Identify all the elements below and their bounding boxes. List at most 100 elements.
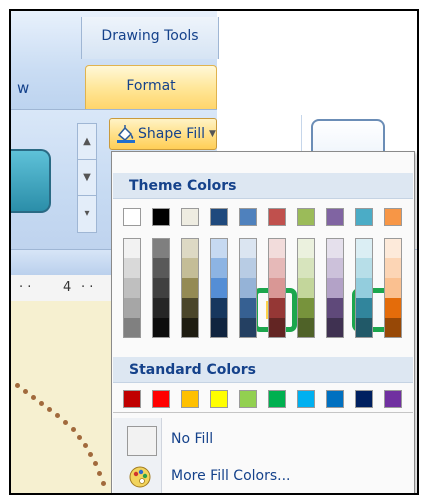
theme-shade-swatch[interactable] bbox=[297, 298, 315, 318]
theme-shade-swatch[interactable] bbox=[239, 278, 257, 298]
theme-shade-swatch[interactable] bbox=[239, 238, 257, 258]
theme-shade-swatch[interactable] bbox=[239, 298, 257, 318]
shape-fill-button[interactable]: Shape Fill ▼ bbox=[109, 118, 217, 150]
theme-shade-swatch[interactable] bbox=[123, 278, 141, 298]
theme-shade-swatch[interactable] bbox=[297, 318, 315, 338]
theme-shade-swatch[interactable] bbox=[297, 238, 315, 258]
standard-color-swatch[interactable] bbox=[384, 390, 402, 408]
theme-shade-swatch[interactable] bbox=[239, 318, 257, 338]
theme-shade-swatch[interactable] bbox=[297, 278, 315, 298]
theme-shade-swatch[interactable] bbox=[152, 278, 170, 298]
ruler-number: 4 bbox=[63, 280, 72, 295]
dotted-line-dot bbox=[101, 481, 106, 486]
standard-color-swatch[interactable] bbox=[152, 390, 170, 408]
theme-shade-swatch[interactable] bbox=[239, 258, 257, 278]
theme-color-swatch[interactable] bbox=[210, 208, 228, 226]
theme-shade-swatch[interactable] bbox=[152, 238, 170, 258]
dotted-line-dot bbox=[83, 443, 88, 448]
screenshot-frame: Drawing Tools w Format ▲ ▼ ▾ · · 4 · · S… bbox=[9, 9, 419, 495]
theme-shade-swatch[interactable] bbox=[355, 318, 373, 338]
theme-shade-swatch[interactable] bbox=[210, 298, 228, 318]
theme-color-swatch[interactable] bbox=[239, 208, 257, 226]
ribbon-group-label-strip bbox=[11, 249, 111, 276]
theme-shade-swatch[interactable] bbox=[210, 278, 228, 298]
theme-shade-swatch[interactable] bbox=[152, 318, 170, 338]
theme-color-swatch[interactable] bbox=[326, 208, 344, 226]
theme-color-swatch[interactable] bbox=[297, 208, 315, 226]
theme-color-swatch[interactable] bbox=[181, 208, 199, 226]
theme-shade-swatch[interactable] bbox=[181, 258, 199, 278]
standard-color-swatch[interactable] bbox=[355, 390, 373, 408]
dotted-line-dot bbox=[77, 435, 82, 440]
theme-shade-swatch[interactable] bbox=[355, 258, 373, 278]
standard-color-swatch[interactable] bbox=[239, 390, 257, 408]
theme-shade-swatch[interactable] bbox=[123, 238, 141, 258]
gallery-more-button[interactable]: ▾ bbox=[78, 196, 96, 231]
more-fill-colors-item[interactable]: More Fill Colors... bbox=[113, 460, 413, 493]
theme-shade-swatch[interactable] bbox=[384, 278, 402, 298]
theme-shade-column bbox=[239, 238, 257, 338]
theme-shade-swatch[interactable] bbox=[384, 318, 402, 338]
theme-shade-swatch[interactable] bbox=[268, 258, 286, 278]
tab-format[interactable]: Format bbox=[85, 65, 217, 109]
theme-shade-swatch[interactable] bbox=[268, 318, 286, 338]
paint-bucket-icon bbox=[117, 125, 135, 143]
theme-shade-swatch[interactable] bbox=[297, 258, 315, 278]
theme-shade-swatch[interactable] bbox=[326, 298, 344, 318]
theme-shade-swatch[interactable] bbox=[326, 258, 344, 278]
gallery-down-button[interactable]: ▼ bbox=[78, 160, 96, 196]
gallery-up-button[interactable]: ▲ bbox=[78, 124, 96, 160]
theme-shade-swatch[interactable] bbox=[123, 258, 141, 278]
theme-shade-swatch[interactable] bbox=[355, 298, 373, 318]
theme-color-swatch[interactable] bbox=[152, 208, 170, 226]
theme-color-swatch[interactable] bbox=[268, 208, 286, 226]
dotted-line-dot bbox=[15, 383, 20, 388]
standard-color-swatch[interactable] bbox=[181, 390, 199, 408]
theme-shade-swatch[interactable] bbox=[268, 298, 286, 318]
theme-shade-swatch[interactable] bbox=[210, 318, 228, 338]
theme-shade-swatch[interactable] bbox=[326, 278, 344, 298]
dotted-line-dot bbox=[55, 413, 60, 418]
standard-color-swatch[interactable] bbox=[326, 390, 344, 408]
theme-shade-swatch[interactable] bbox=[210, 258, 228, 278]
standard-color-swatch[interactable] bbox=[268, 390, 286, 408]
theme-shade-column bbox=[152, 238, 170, 338]
theme-shade-swatch[interactable] bbox=[123, 318, 141, 338]
theme-shade-swatch[interactable] bbox=[384, 258, 402, 278]
standard-color-swatch[interactable] bbox=[210, 390, 228, 408]
theme-shade-swatch[interactable] bbox=[123, 298, 141, 318]
theme-shade-swatch[interactable] bbox=[326, 318, 344, 338]
no-fill-label: No Fill bbox=[171, 431, 214, 447]
theme-shade-swatch[interactable] bbox=[268, 238, 286, 258]
standard-color-swatch[interactable] bbox=[297, 390, 315, 408]
dotted-line-dot bbox=[71, 427, 76, 432]
document-area[interactable] bbox=[11, 301, 111, 493]
menu-separator bbox=[113, 412, 413, 413]
theme-shade-swatch[interactable] bbox=[152, 298, 170, 318]
dotted-line-dot bbox=[31, 395, 36, 400]
no-fill-icon bbox=[127, 426, 157, 456]
theme-color-swatch[interactable] bbox=[123, 208, 141, 226]
theme-shade-swatch[interactable] bbox=[210, 238, 228, 258]
theme-shade-swatch[interactable] bbox=[181, 298, 199, 318]
theme-shade-swatch[interactable] bbox=[152, 258, 170, 278]
tab-view-partial[interactable]: w bbox=[11, 79, 77, 97]
shape-style-thumbnail[interactable] bbox=[11, 149, 51, 213]
theme-shade-swatch[interactable] bbox=[268, 278, 286, 298]
theme-shade-swatch[interactable] bbox=[326, 238, 344, 258]
theme-shade-swatch[interactable] bbox=[181, 278, 199, 298]
theme-shade-swatch[interactable] bbox=[355, 238, 373, 258]
theme-color-swatch[interactable] bbox=[355, 208, 373, 226]
standard-color-swatch[interactable] bbox=[123, 390, 141, 408]
theme-shade-swatch[interactable] bbox=[181, 238, 199, 258]
theme-shade-swatch[interactable] bbox=[181, 318, 199, 338]
theme-shade-swatch[interactable] bbox=[355, 278, 373, 298]
no-fill-item[interactable]: No Fill bbox=[113, 423, 413, 459]
palette-icon bbox=[129, 466, 151, 488]
theme-shade-column bbox=[297, 238, 315, 338]
theme-shade-column bbox=[123, 238, 141, 338]
dotted-line-dot bbox=[39, 401, 44, 406]
theme-color-swatch[interactable] bbox=[384, 208, 402, 226]
theme-shade-swatch[interactable] bbox=[384, 298, 402, 318]
theme-shade-swatch[interactable] bbox=[384, 238, 402, 258]
